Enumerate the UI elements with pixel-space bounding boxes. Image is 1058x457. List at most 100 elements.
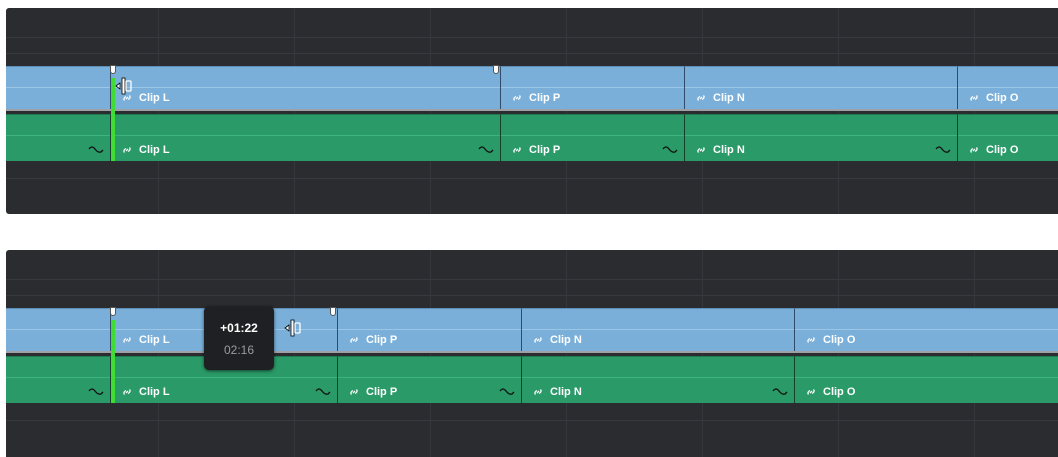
- clip-divider: [685, 87, 957, 88]
- clip-name: Clip P: [366, 386, 398, 398]
- link-icon: [534, 389, 542, 395]
- clip-divider: [111, 135, 500, 136]
- clip-name: Clip L: [139, 144, 170, 156]
- clip-divider: [6, 377, 110, 378]
- video-clip-o[interactable]: Clip O: [795, 308, 1058, 351]
- timeline-panel-top: Clip L Clip P Clip N Clip O Clip L Clip …: [6, 8, 1058, 214]
- trim-cursor-icon: [115, 77, 132, 95]
- video-clip-o[interactable]: Clip O: [958, 66, 1058, 109]
- ruler-line: [6, 279, 1058, 280]
- audio-clip-l[interactable]: Clip L: [111, 114, 501, 161]
- clip-name: Clip N: [550, 386, 582, 398]
- clip-name: Clip P: [529, 92, 561, 104]
- clip-label: Clip N: [695, 144, 745, 156]
- clip-label: Clip O: [805, 334, 855, 346]
- grid-line: [974, 8, 975, 214]
- clip-label: Clip P: [511, 144, 560, 156]
- grid-line: [702, 8, 703, 214]
- waveform-icon: [88, 388, 104, 395]
- clip-name: Clip P: [529, 144, 561, 156]
- clip-label: Clip O: [805, 386, 855, 398]
- waveform-icon: [935, 146, 951, 153]
- clip-name: Clip O: [823, 386, 856, 398]
- clip-duration-label: 02:16: [223, 343, 255, 357]
- clip-name: Clip L: [139, 334, 170, 346]
- clip-handle[interactable]: [330, 307, 336, 316]
- grid-line: [566, 8, 567, 214]
- link-icon: [807, 337, 815, 343]
- grid-line: [158, 8, 159, 214]
- waveform-icon: [772, 388, 788, 395]
- ruler-line: [6, 295, 1058, 296]
- video-clip-n[interactable]: Clip N: [522, 308, 795, 351]
- clip-label: Clip O: [968, 144, 1018, 156]
- trim-cursor-icon: [284, 319, 301, 337]
- ruler-line: [6, 37, 1058, 38]
- clip-divider: [6, 135, 110, 136]
- video-clip-prev[interactable]: [6, 308, 111, 351]
- clip-name: Clip N: [550, 334, 582, 346]
- clip-divider: [6, 87, 110, 88]
- clip-label: Clip P: [511, 92, 560, 104]
- link-icon: [970, 147, 978, 153]
- track-separator: [6, 109, 1058, 111]
- video-clip-prev[interactable]: [6, 66, 111, 109]
- grid-line: [158, 250, 159, 457]
- clip-name: Clip L: [139, 92, 170, 104]
- clip-label: Clip N: [532, 386, 582, 398]
- clip-name: Clip O: [986, 144, 1019, 156]
- link-icon: [534, 337, 542, 343]
- video-clip-p[interactable]: Clip P: [338, 308, 522, 351]
- clip-handle[interactable]: [493, 65, 499, 74]
- link-icon: [350, 389, 358, 395]
- waveform-icon: [315, 388, 331, 395]
- clip-divider: [795, 329, 1058, 330]
- link-icon: [123, 147, 131, 153]
- video-clip-l[interactable]: Clip L: [111, 66, 501, 109]
- clip-label: Clip L: [121, 386, 170, 398]
- audio-clip-prev[interactable]: [6, 356, 111, 403]
- clip-handle[interactable]: [110, 307, 116, 316]
- link-icon: [350, 337, 358, 343]
- audio-clip-p[interactable]: Clip P: [501, 114, 685, 161]
- clip-divider: [958, 87, 1058, 88]
- grid-line: [838, 8, 839, 214]
- clip-divider: [338, 329, 521, 330]
- clip-name: Clip L: [139, 386, 170, 398]
- audio-clip-o[interactable]: Clip O: [795, 356, 1058, 403]
- video-clip-p[interactable]: Clip P: [501, 66, 685, 109]
- video-clip-n[interactable]: Clip N: [685, 66, 958, 109]
- clip-label: Clip L: [121, 144, 170, 156]
- clip-name: Clip O: [986, 92, 1019, 104]
- clip-divider: [685, 135, 957, 136]
- audio-clip-p[interactable]: Clip P: [338, 356, 522, 403]
- waveform-icon: [88, 146, 104, 153]
- audio-clip-n[interactable]: Clip N: [522, 356, 795, 403]
- clip-divider: [522, 377, 794, 378]
- trim-offset-label: +01:22: [220, 321, 258, 335]
- clip-divider: [111, 377, 337, 378]
- audio-clip-o[interactable]: Clip O: [958, 114, 1058, 161]
- clip-label: Clip N: [695, 92, 745, 104]
- clip-label: Clip L: [121, 334, 170, 346]
- clip-divider: [501, 135, 684, 136]
- audio-clip-prev[interactable]: [6, 114, 111, 161]
- clip-divider: [522, 329, 794, 330]
- link-icon: [123, 337, 131, 343]
- trim-tooltip: +01:22 02:16: [204, 306, 274, 370]
- ruler-line: [6, 53, 1058, 54]
- clip-name: Clip N: [713, 144, 745, 156]
- audio-clip-n[interactable]: Clip N: [685, 114, 958, 161]
- grid-line: [430, 250, 431, 457]
- link-icon: [697, 95, 705, 101]
- link-icon: [513, 95, 521, 101]
- grid-line: [702, 250, 703, 457]
- clip-handle[interactable]: [110, 65, 116, 74]
- grid-line: [974, 250, 975, 457]
- clip-divider: [501, 87, 684, 88]
- grid-line: [6, 420, 1058, 421]
- link-icon: [697, 147, 705, 153]
- clip-label: Clip O: [968, 92, 1018, 104]
- grid-line: [6, 178, 1058, 179]
- link-icon: [123, 389, 131, 395]
